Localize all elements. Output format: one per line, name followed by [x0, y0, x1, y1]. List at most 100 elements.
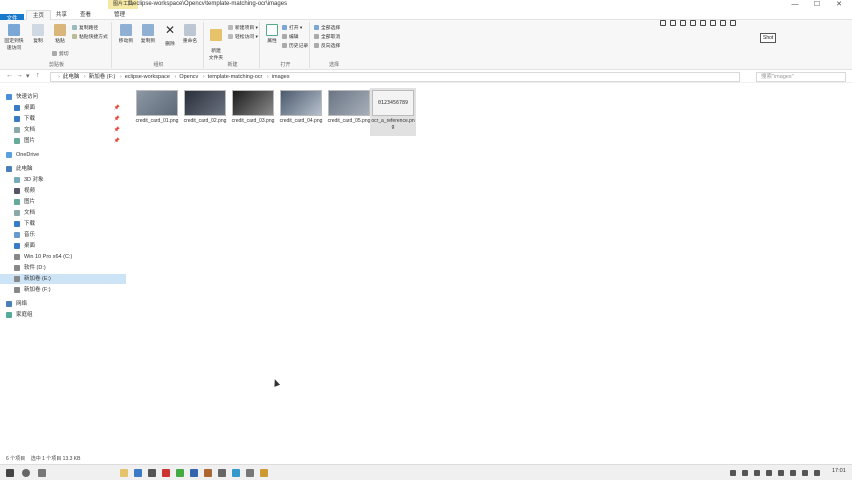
tab-view[interactable]: 查看 — [74, 10, 97, 20]
nav-music[interactable]: 音乐 — [0, 230, 126, 240]
crumb-drive-f[interactable]: 新加卷 (F:) — [89, 74, 116, 80]
gear-icon[interactable] — [730, 20, 736, 26]
file-explorer-icon[interactable] — [120, 469, 128, 477]
forward-button[interactable]: → — [16, 72, 23, 79]
toolbar-icon-1[interactable] — [660, 20, 666, 26]
open-button[interactable]: 打开 ▾ — [282, 25, 302, 33]
properties-button[interactable]: 属性 — [262, 24, 282, 44]
nav-drive-c-label: Win 10 Pro x64 (C:) — [24, 254, 73, 260]
start-icon[interactable] — [6, 469, 14, 477]
app-icon-4[interactable] — [176, 469, 184, 477]
toolbar-icon-5[interactable] — [700, 20, 706, 26]
tray-icon-5[interactable] — [778, 470, 784, 476]
tray-icon-2[interactable] — [742, 470, 748, 476]
nav-drive-e[interactable]: 新加卷 (E:) — [0, 274, 126, 284]
maximize-button[interactable]: ☐ — [806, 0, 828, 10]
rename-button[interactable]: 重命名 — [180, 24, 200, 44]
paste-button[interactable]: 粘贴 — [50, 24, 70, 44]
toolbar-icon-4[interactable] — [690, 20, 696, 26]
paste-shortcut-button[interactable]: 粘贴快捷方式 — [72, 34, 108, 42]
file-item[interactable]: credit_card_05.png — [326, 88, 372, 136]
nav-downloads-qa[interactable]: 下载 📌 — [0, 114, 126, 124]
tray-icon-1[interactable] — [730, 470, 736, 476]
edit-button[interactable]: 编辑 — [282, 34, 299, 42]
nav-network[interactable]: 网络 — [0, 299, 126, 309]
clock[interactable]: 17:01 — [832, 468, 846, 474]
nav-onedrive[interactable]: OneDrive — [0, 150, 126, 160]
tab-home[interactable]: 主页 — [26, 10, 52, 20]
select-all-button[interactable]: 全部选择 — [314, 25, 340, 33]
crumb-template-matching-ocr[interactable]: template-matching-ocr — [208, 74, 263, 80]
delete-button[interactable]: ✕ 删除 — [160, 24, 180, 48]
copy-label: 复制 — [33, 39, 43, 44]
toolbar-icon-6[interactable] — [710, 20, 716, 26]
nav-3d-objects-label: 3D 对象 — [24, 177, 44, 183]
toolbar-icon-7[interactable] — [720, 20, 726, 26]
nav-quick-access[interactable]: 快速访问 — [0, 92, 126, 102]
app-icon-5[interactable] — [190, 469, 198, 477]
nav-drive-c[interactable]: Win 10 Pro x64 (C:) — [0, 252, 126, 262]
nav-drive-f[interactable]: 新加卷 (F:) — [0, 285, 126, 295]
cut-button[interactable]: 剪切 — [52, 51, 69, 59]
recent-dropdown-button[interactable]: ▾ — [26, 72, 30, 80]
history-button[interactable]: 历史记录 — [282, 43, 308, 51]
volume-icon[interactable] — [790, 470, 796, 476]
new-item-button[interactable]: 新建项目 ▾ — [228, 25, 258, 33]
task-view-icon[interactable] — [38, 469, 46, 477]
pin-quick-access-button[interactable]: 固定到快速访问 — [4, 24, 24, 51]
app-icon-6[interactable] — [204, 469, 212, 477]
app-icon-2[interactable] — [148, 469, 156, 477]
crumb-opencv[interactable]: Opencv — [179, 74, 198, 80]
nav-homegroup[interactable]: 家庭组 — [0, 310, 126, 320]
crumb-images[interactable]: images — [272, 74, 290, 80]
nav-desktop[interactable]: 桌面 — [0, 241, 126, 251]
cube-icon — [14, 176, 20, 183]
toolbar-icon-3[interactable] — [680, 20, 686, 26]
file-item[interactable]: credit_card_04.png — [278, 88, 324, 136]
nav-desktop-qa[interactable]: 桌面 📌 — [0, 103, 126, 113]
move-to-button[interactable]: 移动到 — [116, 24, 136, 44]
ime-icon[interactable] — [814, 470, 820, 476]
nav-downloads[interactable]: 下载 — [0, 219, 126, 229]
tab-share[interactable]: 共享 — [50, 10, 73, 20]
copy-path-button[interactable]: 复制路径 — [72, 25, 98, 33]
crumb-this-pc[interactable]: 此电脑 — [63, 74, 80, 80]
back-button[interactable]: ← — [6, 72, 13, 79]
app-icon-7[interactable] — [218, 469, 226, 477]
app-icon-1[interactable] — [134, 469, 142, 477]
tray-icon-3[interactable] — [754, 470, 760, 476]
crumb-eclipse-workspace[interactable]: eclipse-workspace — [125, 74, 170, 80]
new-folder-button[interactable]: 新建 文件夹 — [206, 24, 226, 61]
app-icon-10[interactable] — [260, 469, 268, 477]
select-none-button[interactable]: 全部取消 — [314, 34, 340, 42]
minimize-button[interactable]: — — [784, 0, 806, 10]
tray-icon-4[interactable] — [766, 470, 772, 476]
nav-this-pc[interactable]: 此电脑 — [0, 164, 126, 174]
toolbar-icon-2[interactable] — [670, 20, 676, 26]
file-item[interactable]: credit_card_03.png — [230, 88, 276, 136]
nav-3d-objects[interactable]: 3D 对象 — [0, 175, 126, 185]
copy-button[interactable]: 复制 — [28, 24, 48, 44]
close-button[interactable]: ✕ — [828, 0, 850, 10]
nav-documents-qa[interactable]: 文档 📌 — [0, 125, 126, 135]
file-item[interactable]: 0123456789 ocr_a_reference.png — [370, 88, 416, 136]
nav-pictures-qa[interactable]: 图片 📌 — [0, 136, 126, 146]
file-item[interactable]: credit_card_01.png — [134, 88, 180, 136]
up-button[interactable]: ↑ — [36, 72, 40, 79]
nav-documents[interactable]: 文档 — [0, 208, 126, 218]
app-icon-8[interactable] — [232, 469, 240, 477]
copy-to-button[interactable]: 复制到 — [138, 24, 158, 44]
invert-selection-button[interactable]: 反向选择 — [314, 43, 340, 51]
app-icon-9[interactable] — [246, 469, 254, 477]
easy-access-button[interactable]: 轻松访问 ▾ — [228, 34, 258, 42]
network-tray-icon[interactable] — [802, 470, 808, 476]
file-item[interactable]: credit_card_02.png — [182, 88, 228, 136]
nav-drive-d[interactable]: 软件 (D:) — [0, 263, 126, 273]
nav-pictures[interactable]: 图片 — [0, 197, 126, 207]
breadcrumb[interactable]: › 此电脑 › 新加卷 (F:) › eclipse-workspace › Openc… — [50, 72, 740, 82]
search-input[interactable]: 搜索"images" — [756, 72, 846, 82]
nav-videos[interactable]: 视频 — [0, 186, 126, 196]
tab-manage[interactable]: 管理 — [108, 10, 131, 20]
search-icon[interactable] — [22, 469, 30, 477]
app-icon-3[interactable] — [162, 469, 170, 477]
